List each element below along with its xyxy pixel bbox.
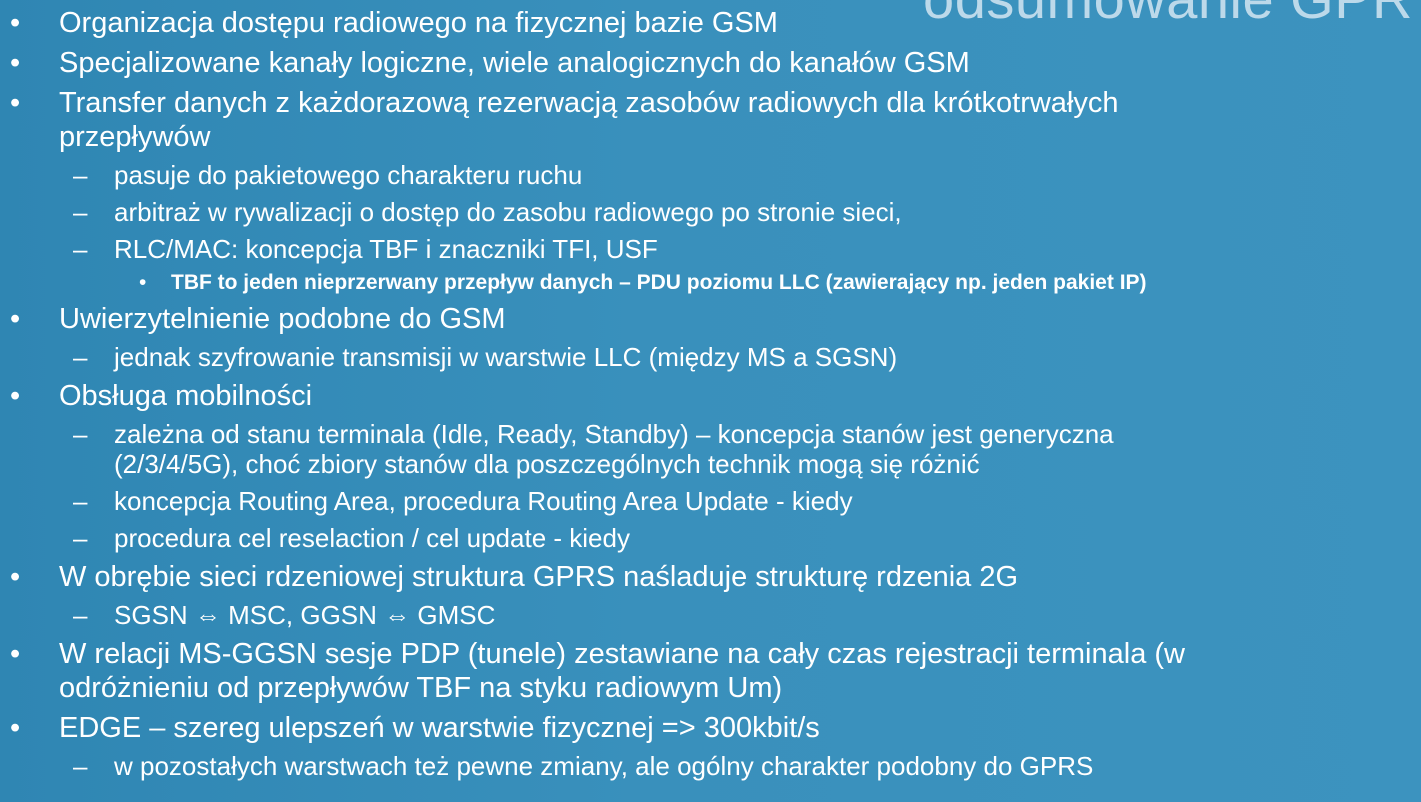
list-item-level-1: • Obsługa mobilności: [0, 376, 1421, 416]
bullet-marker: •: [10, 7, 21, 39]
list-item-text: procedura cel reselaction / cel update -…: [114, 523, 630, 553]
bullet-list: • Organizacja dostępu radiowego na fizycz…: [0, 3, 1421, 785]
list-item-text: w pozostałych warstwach też pewne zmiany…: [114, 751, 1094, 781]
bullet-marker: •: [10, 303, 21, 335]
bullet-marker: •: [10, 87, 21, 119]
bullet-marker: •: [10, 712, 21, 744]
list-item-level-1: • Specjalizowane kanały logiczne, wiele a…: [0, 43, 1421, 83]
list-item-level-2: – pasuje do pakietowego charakteru ruchu: [0, 157, 1421, 194]
list-item-text: (2/3/4/5G), choć zbiory stanów dla poszc…: [114, 449, 980, 479]
bullet-marker: •: [10, 47, 21, 79]
list-item-text: arbitraż w rywalizacji o dostęp do zasob…: [114, 197, 902, 227]
list-item-text: Uwierzytelnienie podobne do GSM: [59, 303, 506, 335]
list-item-text: Obsługa mobilności: [59, 380, 313, 412]
dash-marker: –: [73, 197, 88, 227]
list-item-text: RLC/MAC: koncepcja TBF i znaczniki TFI, …: [114, 234, 658, 264]
dash-marker: –: [73, 751, 88, 781]
list-item-text: TBF to jeden nieprzerwany przepływ danyc…: [171, 271, 1147, 294]
list-item-level-1: • Uwierzytelnienie podobne do GSM: [0, 299, 1421, 339]
list-item-level-2: – procedura cel reselaction / cel update …: [0, 520, 1421, 557]
slide-content: • Organizacja dostępu radiowego na fizycz…: [0, 3, 1421, 785]
dash-marker: –: [73, 600, 88, 630]
list-item-text: odróżnieniu od przepływów TBF na styku r…: [59, 672, 783, 704]
bullet-marker: •: [10, 380, 21, 412]
dash-marker: –: [73, 234, 88, 264]
list-item-text: W obrębie sieci rdzeniowej struktura GPR…: [59, 561, 1019, 593]
dash-marker: –: [73, 342, 88, 372]
list-item-level-3: • TBF to jeden nieprzerwany przepływ dany…: [0, 268, 1421, 299]
list-item-level-2: – arbitraż w rywalizacji o dostęp do zaso…: [0, 194, 1421, 231]
list-item-text: Specjalizowane kanały logiczne, wiele an…: [59, 47, 970, 79]
bullet-marker: •: [10, 561, 21, 593]
list-item-level-2: – jednak szyfrowanie transmisji w warstwi…: [0, 339, 1421, 376]
list-item-level-2: – w pozostałych warstwach też pewne zmian…: [0, 748, 1421, 785]
list-item-level-1: • Transfer danych z każdorazową rezerwacj…: [0, 83, 1421, 157]
list-item-text: W relacji MS-GGSN sesje PDP (tunele) zes…: [59, 638, 1185, 670]
list-item-level-1: • W obrębie sieci rdzeniowej struktura GP…: [0, 557, 1421, 597]
list-item-level-1: • EDGE – szereg ulepszeń w warstwie fizyc…: [0, 708, 1421, 748]
list-item-text: Organizacja dostępu radiowego na fizyczn…: [59, 7, 778, 39]
dash-marker: –: [73, 523, 88, 553]
list-item-level-2: – zależna od stanu terminala (Idle, Ready…: [0, 416, 1421, 483]
list-item-text: SGSN ⇔ MSC, GGSN ⇔ GMSC: [114, 600, 496, 630]
bullet-marker: •: [139, 271, 147, 294]
list-item-text: Transfer danych z każdorazową rezerwacją…: [59, 87, 1119, 119]
list-item-level-1: • Organizacja dostępu radiowego na fizycz…: [0, 3, 1421, 43]
list-item-text: EDGE – szereg ulepszeń w warstwie fizycz…: [59, 712, 820, 744]
list-item-level-2: – koncepcja Routing Area, procedura Routi…: [0, 483, 1421, 520]
bullet-marker: •: [10, 638, 21, 670]
list-item-text: zależna od stanu terminala (Idle, Ready,…: [114, 419, 1114, 449]
dash-marker: –: [73, 419, 88, 449]
list-item-text: koncepcja Routing Area, procedura Routin…: [114, 486, 853, 516]
dash-marker: –: [73, 160, 88, 190]
list-item-text: przepływów: [59, 121, 211, 153]
list-item-level-1: • W relacji MS-GGSN sesje PDP (tunele) ze…: [0, 634, 1421, 708]
list-item-text: pasuje do pakietowego charakteru ruchu: [114, 160, 583, 190]
list-item-text: jednak szyfrowanie transmisji w warstwie…: [114, 342, 898, 372]
list-item-level-2: – RLC/MAC: koncepcja TBF i znaczniki TFI,…: [0, 231, 1421, 268]
dash-marker: –: [73, 486, 88, 516]
list-item-level-2: – SGSN ⇔ MSC, GGSN ⇔ GMSC: [0, 597, 1421, 634]
